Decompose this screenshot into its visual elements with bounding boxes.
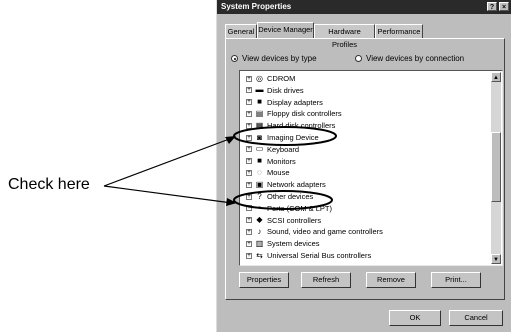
expand-toggle[interactable]: + xyxy=(246,134,252,141)
disk-drive-icon: ▬ xyxy=(255,85,264,95)
view-by-type-radio[interactable] xyxy=(231,55,238,62)
view-by-type-option[interactable]: View devices by type xyxy=(231,54,317,63)
mouse-icon: ◌ xyxy=(257,167,262,177)
device-category-label: Disk drives xyxy=(267,85,304,95)
device-category-item[interactable]: + ▣ Network adapters xyxy=(246,179,326,190)
device-category-item[interactable]: +? Other devices xyxy=(246,191,313,202)
expand-toggle[interactable]: + xyxy=(246,169,252,176)
device-category-label: Hard disk controllers xyxy=(267,121,336,131)
expand-toggle[interactable]: + xyxy=(246,193,252,200)
device-category-item[interactable]: + ▥ System devices xyxy=(246,238,320,249)
device-tree[interactable]: + ◎ CDROM + ▬ Disk drives + ■ Display adapters + ▤… xyxy=(239,70,503,266)
expand-toggle[interactable]: + xyxy=(246,240,252,247)
device-category-item[interactable]: + ▦ Hard disk controllers xyxy=(246,120,335,131)
monitor-icon: ■ xyxy=(257,156,262,166)
scroll-down-arrow[interactable]: ▼ xyxy=(491,254,501,264)
expand-toggle[interactable]: + xyxy=(246,122,252,129)
port-icon: ▪ xyxy=(258,203,261,213)
properties-button[interactable]: Properties xyxy=(239,272,289,288)
device-category-label: Monitors xyxy=(267,156,296,166)
window-title: System Properties xyxy=(221,2,292,11)
device-category-item[interactable]: + ◎ CDROM xyxy=(246,73,295,84)
device-category-label: Universal Serial Bus controllers xyxy=(267,251,372,260)
usb-icon: ⇆ xyxy=(256,250,263,260)
system-properties-window: System Properties ? × General Device Man… xyxy=(216,0,511,332)
expand-toggle[interactable]: + xyxy=(246,75,252,82)
device-category-item[interactable]: + ◌ Mouse xyxy=(246,167,290,178)
expand-toggle[interactable]: + xyxy=(246,110,252,117)
arrow-line-upper xyxy=(103,137,233,187)
network-icon: ▣ xyxy=(255,179,264,189)
device-category-label: SCSI controllers xyxy=(267,215,322,225)
device-category-label: CDROM xyxy=(267,74,296,83)
device-category-label: Display adapters xyxy=(267,97,323,107)
device-category-item[interactable]: + ■ Display adapters xyxy=(246,97,323,108)
tab-general[interactable]: General xyxy=(225,24,257,38)
device-category-label: Other devices xyxy=(267,192,314,201)
expand-toggle[interactable]: + xyxy=(246,181,252,188)
device-category-item[interactable]: + ◆ SCSI controllers xyxy=(246,215,321,226)
device-category-item[interactable]: + ▭ Keyboard xyxy=(246,144,299,155)
cdrom-icon: ◎ xyxy=(256,73,263,83)
ok-button[interactable]: OK xyxy=(389,310,441,326)
device-category-item[interactable]: + ■ Monitors xyxy=(246,156,296,167)
expand-toggle[interactable]: + xyxy=(246,99,252,106)
question-icon: ? xyxy=(257,191,262,201)
title-bar: System Properties ? × xyxy=(217,0,511,14)
callout-label: Check here xyxy=(8,176,90,193)
tab-hardware-profiles[interactable]: Hardware Profiles xyxy=(314,24,375,49)
camera-icon: ◙ xyxy=(257,132,262,142)
expand-toggle[interactable]: + xyxy=(246,217,252,224)
device-category-item[interactable]: + ♪ Sound, video and game controllers xyxy=(246,226,383,237)
scroll-up-arrow[interactable]: ▲ xyxy=(491,72,501,82)
view-by-type-label: View devices by type xyxy=(242,54,317,63)
device-category-item[interactable]: + ▤ Floppy disk controllers xyxy=(246,108,342,119)
speaker-icon: ♪ xyxy=(257,226,262,236)
controller-icon: ▦ xyxy=(255,120,264,130)
device-category-label: Floppy disk controllers xyxy=(267,109,342,119)
help-button[interactable]: ? xyxy=(487,2,497,11)
device-category-label: Ports (COM & LPT) xyxy=(267,203,333,213)
computer-icon: ▥ xyxy=(255,238,264,248)
floppy-icon: ▤ xyxy=(255,108,264,118)
scroll-thumb[interactable] xyxy=(491,132,501,202)
scsi-icon: ◆ xyxy=(256,215,263,225)
vertical-scrollbar[interactable]: ▲ ▼ xyxy=(491,72,501,264)
arrow-line-lower xyxy=(103,185,233,204)
tab-device-manager[interactable]: Device Manager xyxy=(257,22,314,39)
print-button[interactable]: Print... xyxy=(431,272,481,288)
device-category-item[interactable]: + ⇆ Universal Serial Bus controllers xyxy=(246,250,371,261)
device-category-label: Keyboard xyxy=(267,144,300,154)
tab-performance[interactable]: Performance xyxy=(375,24,423,38)
expand-toggle[interactable]: + xyxy=(246,146,252,153)
refresh-button[interactable]: Refresh xyxy=(301,272,351,288)
device-category-label: Sound, video and game controllers xyxy=(267,227,383,237)
device-category-label: Imaging Device xyxy=(267,133,319,142)
view-by-connection-radio[interactable] xyxy=(355,55,362,62)
device-category-label: Network adapters xyxy=(267,180,326,190)
expand-toggle[interactable]: + xyxy=(246,87,252,94)
monitor-icon: ■ xyxy=(257,97,262,107)
cancel-button[interactable]: Cancel xyxy=(449,310,503,326)
device-category-item[interactable]: + ◙ Imaging Device xyxy=(246,132,319,143)
view-by-connection-option[interactable]: View devices by connection xyxy=(355,54,464,63)
view-by-connection-label: View devices by connection xyxy=(366,54,465,63)
keyboard-icon: ▭ xyxy=(255,144,264,154)
device-category-item[interactable]: + ▪ Ports (COM & LPT) xyxy=(246,203,332,214)
expand-toggle[interactable]: + xyxy=(246,252,252,259)
expand-toggle[interactable]: + xyxy=(246,158,252,165)
expand-toggle[interactable]: + xyxy=(246,205,252,212)
close-button[interactable]: × xyxy=(499,2,509,11)
device-category-item[interactable]: + ▬ Disk drives xyxy=(246,85,304,96)
device-category-label: Mouse xyxy=(267,168,290,178)
expand-toggle[interactable]: + xyxy=(246,228,252,235)
remove-button[interactable]: Remove xyxy=(366,272,416,288)
device-category-label: System devices xyxy=(267,239,320,249)
